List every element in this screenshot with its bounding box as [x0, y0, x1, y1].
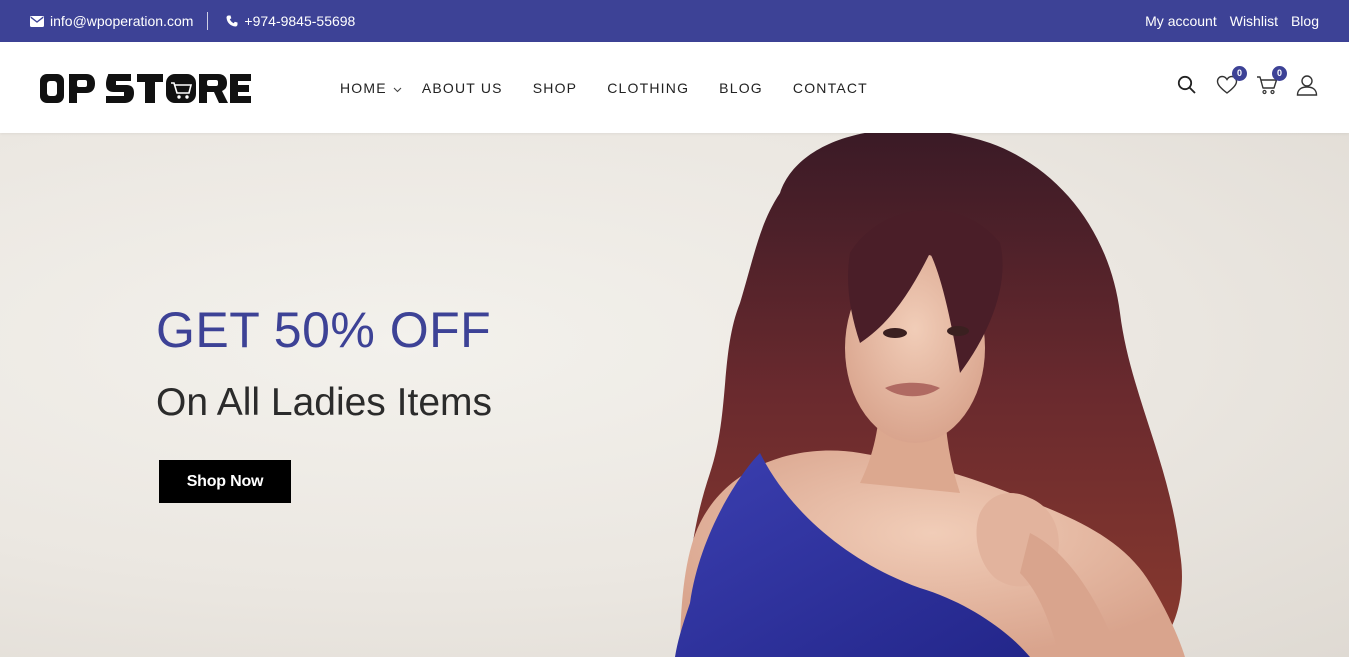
nav-blog[interactable]: BLOG	[719, 80, 763, 96]
cart-count-badge: 0	[1272, 65, 1287, 81]
phone-contact[interactable]: +974-9845-55698	[226, 13, 355, 29]
my-account-link[interactable]: My account	[1145, 13, 1217, 29]
wishlist-link[interactable]: Wishlist	[1230, 13, 1278, 29]
site-header: HOME ABOUT US SHOP CLOTHING BLOG CONTACT…	[0, 42, 1349, 133]
header-icons: 0 0	[1175, 42, 1319, 133]
hero-subheadline: On All Ladies Items	[156, 381, 492, 424]
nav-contact[interactable]: CONTACT	[793, 80, 868, 96]
main-nav: HOME ABOUT US SHOP CLOTHING BLOG CONTACT	[340, 42, 868, 133]
blog-link[interactable]: Blog	[1291, 13, 1319, 29]
chevron-down-icon	[393, 80, 402, 96]
email-contact[interactable]: info@wpoperation.com	[30, 13, 193, 29]
account-button[interactable]	[1295, 74, 1319, 101]
top-bar: info@wpoperation.com +974-9845-55698 My …	[0, 0, 1349, 42]
wishlist-count-badge: 0	[1232, 65, 1247, 81]
nav-home-label: HOME	[340, 79, 387, 96]
contact-info: info@wpoperation.com +974-9845-55698	[30, 0, 355, 42]
divider	[207, 12, 209, 30]
account-links: My account Wishlist Blog	[1145, 0, 1319, 42]
shop-now-button[interactable]: Shop Now	[159, 460, 291, 503]
email-text: info@wpoperation.com	[50, 13, 194, 29]
hero-headline: GET 50% OFF	[156, 302, 492, 358]
site-logo[interactable]	[38, 70, 253, 106]
envelope-icon	[30, 15, 44, 27]
nav-clothing[interactable]: CLOTHING	[607, 80, 689, 96]
phone-text: +974-9845-55698	[244, 13, 356, 29]
hero-banner: GET 50% OFF On All Ladies Items Shop Now	[0, 133, 1349, 657]
search-icon	[1177, 75, 1197, 100]
phone-icon	[226, 15, 238, 27]
nav-home[interactable]: HOME	[340, 80, 402, 96]
search-button[interactable]	[1175, 75, 1199, 100]
cart-button[interactable]: 0	[1255, 65, 1287, 100]
nav-about-us[interactable]: ABOUT US	[422, 80, 503, 96]
nav-shop[interactable]: SHOP	[533, 80, 577, 96]
wishlist-button[interactable]: 0	[1215, 65, 1247, 100]
user-icon	[1296, 74, 1318, 101]
